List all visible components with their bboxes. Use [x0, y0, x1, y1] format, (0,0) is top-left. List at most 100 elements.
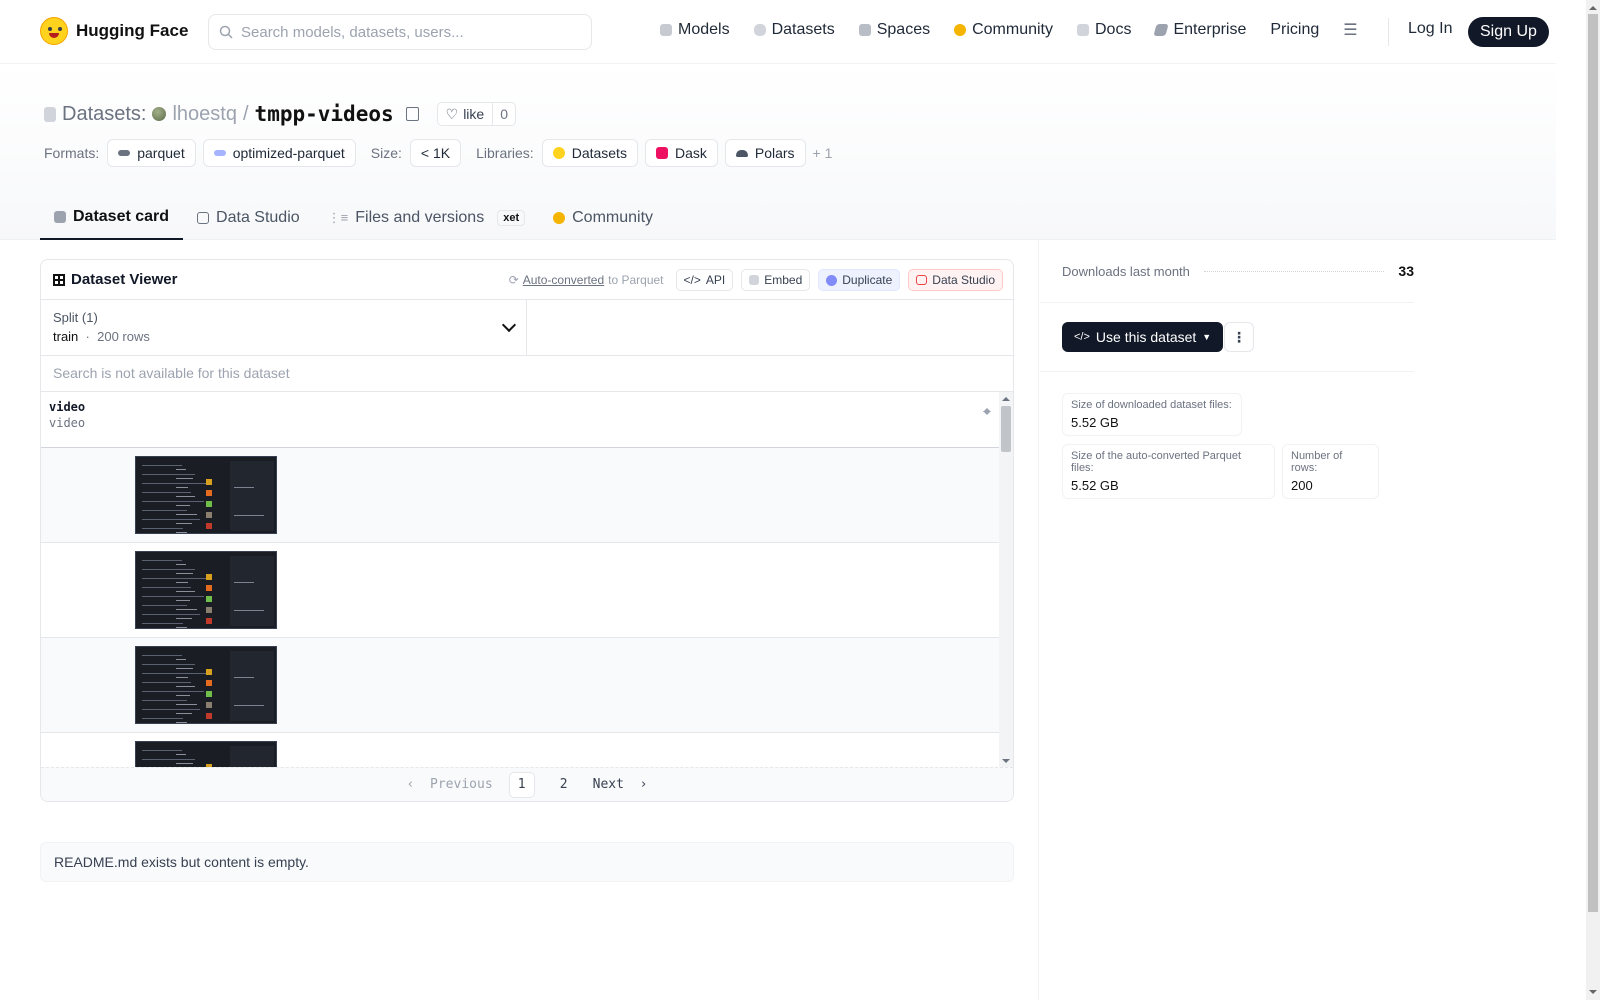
search-box[interactable]: [208, 14, 592, 50]
scroll-up-icon[interactable]: [1002, 393, 1010, 401]
more-menu-icon[interactable]: ☰: [1343, 20, 1357, 40]
embed-label: Embed: [764, 273, 803, 287]
copy-icon[interactable]: [405, 107, 419, 121]
optimized-parquet-icon: [213, 150, 226, 156]
split-dot: ·: [85, 329, 90, 344]
next-page-button[interactable]: Next ›: [593, 777, 648, 792]
sidebar-divider: [1038, 240, 1039, 1000]
more-options-icon[interactable]: ⋮: [1224, 322, 1254, 352]
sidebar-separator: [1040, 302, 1414, 303]
search-input[interactable]: [241, 23, 571, 41]
stat-value: 200: [1291, 478, 1313, 493]
to-parquet-text: to Parquet: [608, 273, 664, 287]
nav-datasets[interactable]: Datasets: [753, 21, 835, 39]
downloads-value: 33: [1398, 263, 1414, 279]
video-thumbnail[interactable]: [135, 456, 277, 534]
signup-button[interactable]: Sign Up: [1468, 17, 1549, 47]
tab-community[interactable]: Community: [539, 196, 667, 240]
more-libraries[interactable]: + 1: [813, 145, 833, 161]
table-row[interactable]: [41, 448, 999, 543]
video-thumbnail[interactable]: [135, 551, 277, 629]
page-1-button[interactable]: 1: [508, 771, 535, 798]
split-value: train · 200 rows: [53, 329, 514, 344]
tag-datasets[interactable]: Datasets: [541, 139, 638, 167]
column-name: video: [49, 400, 86, 414]
nav-enterprise-label: Enterprise: [1173, 21, 1247, 38]
stat-num-rows: Number of rows: 200: [1282, 444, 1379, 499]
dataset-name[interactable]: tmpp-videos: [255, 102, 394, 126]
tab-dataset-card[interactable]: Dataset card: [40, 196, 184, 240]
api-button[interactable]: </> API: [675, 269, 734, 291]
repo-header: Datasets: lhoestq / tmpp-videos ♡ like 0 …: [0, 64, 1556, 240]
tag-parquet-label: parquet: [137, 145, 185, 161]
page-scroll-up-icon[interactable]: [1589, 2, 1597, 10]
video-thumbnail[interactable]: [135, 646, 277, 724]
video-thumbnail[interactable]: [135, 741, 277, 768]
like-label: like: [463, 106, 485, 122]
like-button[interactable]: ♡ like 0: [436, 102, 516, 126]
split-rows: 200 rows: [97, 329, 150, 344]
viewer-actions: ⟳ Auto-converted to Parquet </> API Embed D…: [509, 269, 1003, 291]
stat-value: 5.52 GB: [1071, 478, 1119, 493]
tag-optimized-parquet-label: optimized-parquet: [232, 145, 345, 161]
table-row[interactable]: [41, 733, 999, 768]
page-scrollbar[interactable]: [1586, 0, 1600, 1000]
duplicate-button[interactable]: Duplicate: [818, 269, 901, 291]
refresh-icon: ⟳: [508, 273, 519, 287]
auto-converted-link[interactable]: Auto-converted: [523, 273, 604, 287]
scroll-down-icon[interactable]: [1002, 759, 1010, 767]
docs-icon: [1077, 24, 1089, 36]
column-header-video[interactable]: video video: [41, 392, 999, 448]
nav-spaces[interactable]: Spaces: [858, 21, 930, 39]
nav-docs[interactable]: Docs: [1077, 21, 1131, 39]
nav-models[interactable]: Models: [660, 21, 730, 39]
tab-files-label: Files and versions: [355, 209, 485, 226]
xet-badge: xet: [497, 210, 526, 226]
nav-links: Models Datasets Spaces Community Docs En…: [660, 20, 1382, 40]
sort-icon[interactable]: [983, 404, 991, 416]
page-scrollbar-thumb[interactable]: [1588, 14, 1598, 912]
tab-files-versions[interactable]: ⋮≡ Files and versions xet: [314, 196, 539, 240]
nav-community-label: Community: [972, 21, 1053, 38]
hf-datasets-icon: [552, 147, 565, 159]
duplicate-label: Duplicate: [842, 273, 893, 287]
page-2-button[interactable]: 2: [551, 772, 577, 798]
page-scroll-down-icon[interactable]: [1589, 990, 1597, 998]
nav-pricing[interactable]: Pricing: [1270, 21, 1319, 39]
tag-optimized-parquet[interactable]: optimized-parquet: [202, 139, 356, 167]
table-row[interactable]: [41, 638, 999, 733]
tag-polars[interactable]: Polars: [724, 139, 806, 167]
embed-button[interactable]: Embed: [741, 269, 811, 291]
data-studio-button[interactable]: Data Studio: [908, 269, 1003, 291]
tag-parquet[interactable]: parquet: [107, 139, 196, 167]
stat-download-size: Size of downloaded dataset files: 5.52 G…: [1062, 393, 1242, 436]
datasets-breadcrumb[interactable]: Datasets:: [62, 103, 146, 126]
stat-label: Number of rows:: [1291, 450, 1343, 474]
like-count: 0: [500, 106, 508, 122]
chevron-down-icon: ▼: [1202, 332, 1212, 342]
owner-link[interactable]: lhoestq: [172, 103, 237, 126]
split-selector[interactable]: Split (1) train · 200 rows: [41, 300, 527, 356]
table-scrollbar[interactable]: [999, 392, 1013, 768]
tag-datasets-label: Datasets: [571, 145, 627, 161]
split-name: train: [53, 329, 79, 344]
stat-label: Size of downloaded dataset files:: [1071, 399, 1232, 411]
heart-icon: ♡: [445, 105, 459, 122]
repo-tabs: Dataset card Data Studio ⋮≡ Files and ver…: [40, 196, 667, 240]
tag-dask[interactable]: Dask: [644, 139, 718, 167]
previous-label: Previous: [430, 777, 493, 792]
scrollbar-thumb[interactable]: [1001, 406, 1011, 452]
use-this-dataset-button[interactable]: </> Use this dataset ▼: [1062, 322, 1224, 352]
login-link[interactable]: Log In: [1408, 20, 1452, 38]
column-type: video: [49, 416, 86, 430]
data-table: video video: [41, 392, 1013, 768]
table-row[interactable]: [41, 543, 999, 638]
nav-community[interactable]: Community: [954, 21, 1053, 39]
tab-data-studio[interactable]: Data Studio: [183, 196, 314, 240]
nav-enterprise[interactable]: Enterprise: [1153, 21, 1247, 39]
tag-size[interactable]: < 1K: [409, 139, 462, 167]
formats-label: Formats:: [44, 145, 100, 161]
home-link[interactable]: Hugging Face: [40, 17, 188, 45]
previous-page-button[interactable]: ‹ Previous: [407, 777, 493, 792]
stat-label: Size of the auto-converted Parquet files…: [1071, 450, 1241, 474]
